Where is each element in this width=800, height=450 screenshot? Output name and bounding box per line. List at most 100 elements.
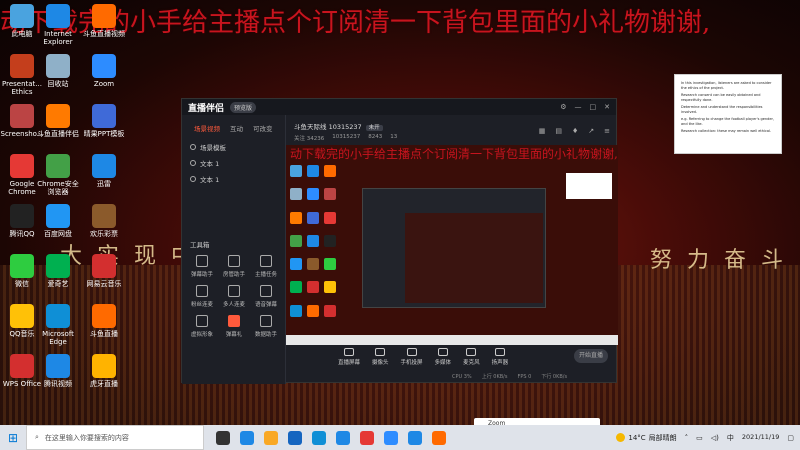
- taskbar-app-icon[interactable]: [360, 430, 374, 445]
- layout-icon[interactable]: ▦: [539, 127, 546, 135]
- desktop-icon-label: 斗鱼直播: [90, 330, 118, 338]
- desktop-icon[interactable]: Internet Explorer: [36, 4, 80, 46]
- taskbar-app-icon[interactable]: [408, 430, 422, 445]
- source-icon: [437, 348, 448, 356]
- preview-marquee: 动下载完的小手给主播点个订阅清一下背包里面的小礼物谢谢,: [290, 147, 618, 161]
- tool-icon: [196, 285, 208, 297]
- desktop-icon[interactable]: 斗鱼直播: [82, 304, 126, 338]
- tool-button[interactable]: 弹幕助手: [186, 255, 218, 278]
- streaming-app-window[interactable]: 直播伴侣 预览版 ⚙ — □ ✕ 场景视频 互动 可改变 场景模板 文本 1 文…: [181, 98, 618, 384]
- taskbar-app-icon[interactable]: [240, 430, 254, 445]
- maximize-icon[interactable]: □: [590, 103, 597, 111]
- tool-button[interactable]: 主播任务: [250, 255, 282, 278]
- tool-label: 主播任务: [254, 272, 277, 278]
- status-item: FPS 0: [517, 373, 532, 380]
- desktop-icon[interactable]: 百度网盘: [36, 204, 80, 238]
- desktop-icon[interactable]: 网易云音乐: [82, 254, 126, 288]
- search-icon: ⌕: [35, 433, 39, 441]
- source-button[interactable]: 扬声器: [492, 348, 508, 366]
- tool-icon: [228, 255, 240, 267]
- taskbar-apps: [216, 430, 446, 445]
- tab-interact[interactable]: 互动: [230, 123, 243, 133]
- desktop-icon[interactable]: 爱奇艺: [36, 254, 80, 288]
- source-button[interactable]: 多媒体: [435, 348, 451, 366]
- taskbar-app-icon[interactable]: [432, 430, 446, 445]
- chevron-up-icon[interactable]: ˄: [685, 434, 689, 442]
- room-tag[interactable]: 未开: [365, 125, 383, 131]
- source-button[interactable]: 直播屏幕: [338, 348, 360, 366]
- desktop-note-window[interactable]: In this investigation, listeners are ask…: [674, 74, 782, 154]
- desktop-icon[interactable]: 晴果PPT模板: [82, 104, 126, 138]
- source-button[interactable]: 摄像头: [372, 348, 389, 366]
- note-line: In this investigation, listeners are ask…: [681, 81, 772, 90]
- tool-button[interactable]: 虚拟形象: [186, 315, 218, 338]
- tool-button[interactable]: 弹幕礼: [218, 315, 250, 338]
- wall-banner-right: 努 力 奋 斗: [650, 248, 787, 273]
- scene-label: 场景模板: [200, 144, 226, 152]
- desktop-icon[interactable]: 腾讯视频: [36, 354, 80, 388]
- desktop-icon[interactable]: 虎牙直播: [82, 354, 126, 388]
- taskbar-app-icon[interactable]: [288, 430, 302, 445]
- taskbar-app-icon[interactable]: [384, 430, 398, 445]
- desktop-icon[interactable]: 斗鱼直播伴侣: [36, 104, 80, 138]
- close-icon[interactable]: ✕: [604, 103, 610, 111]
- preview-note: [566, 173, 612, 199]
- desktop-icon[interactable]: 斗鱼直播视频: [82, 4, 126, 38]
- taskbar-search[interactable]: ⌕ 在这里输入你要搜索的内容: [26, 425, 204, 450]
- tool-button[interactable]: 粉丝连麦: [186, 285, 218, 308]
- status-item: 下行 0KB/s: [541, 374, 568, 380]
- source-button[interactable]: 麦克风: [463, 348, 480, 366]
- main-area: 斗鱼天际线 10315237 未开 关注 34236 10315237 8243 …: [286, 115, 618, 384]
- ime-indicator[interactable]: 中: [727, 433, 734, 443]
- weather-widget[interactable]: 14°C 局部晴朗: [616, 433, 677, 443]
- room-title[interactable]: 斗鱼天际线 10315237: [294, 123, 362, 131]
- desktop-icon[interactable]: Zoom: [82, 54, 126, 88]
- desktop-icon-label: Internet Explorer: [43, 30, 73, 46]
- tool-button[interactable]: 语音弹幕: [250, 285, 282, 308]
- desktop-icon[interactable]: Microsoft Edge: [36, 304, 80, 346]
- scene-item[interactable]: 文本 1: [182, 171, 285, 187]
- app-icon: [46, 204, 70, 228]
- tool-icon: [228, 285, 240, 297]
- settings-icon[interactable]: ⚙: [560, 103, 566, 111]
- eye-icon[interactable]: [190, 160, 196, 166]
- gift-icon[interactable]: ♦: [572, 127, 578, 135]
- volume-icon[interactable]: ◁): [711, 434, 719, 442]
- stream-preview[interactable]: 动下载完的小手给主播点个订阅清一下背包里面的小礼物谢谢,: [286, 145, 618, 345]
- taskbar-app-icon[interactable]: [264, 430, 278, 445]
- source-button[interactable]: 手机投屏: [401, 348, 423, 366]
- desktop-icon[interactable]: Chrome安全浏览器: [36, 154, 80, 196]
- minimize-icon[interactable]: —: [575, 103, 582, 111]
- version-badge[interactable]: 预览版: [230, 101, 257, 113]
- desktop-icon[interactable]: 迅雷: [82, 154, 126, 188]
- tool-button[interactable]: 数据助手: [250, 315, 282, 338]
- taskbar-app-icon[interactable]: [336, 430, 350, 445]
- desktop-icon[interactable]: 回收站: [36, 54, 80, 88]
- toolbox-title: 工具箱: [190, 241, 210, 249]
- tool-button[interactable]: 多人连麦: [218, 285, 250, 308]
- notification-icon[interactable]: ▢: [787, 434, 794, 442]
- grid-icon[interactable]: ▤: [555, 127, 562, 135]
- tool-button[interactable]: 房管助手: [218, 255, 250, 278]
- share-icon[interactable]: ↗: [588, 127, 594, 135]
- scene-item[interactable]: 文本 1: [182, 155, 285, 171]
- app-icon: [46, 104, 70, 128]
- tool-icon: [260, 315, 272, 327]
- windows-start-icon[interactable]: ⊞: [0, 425, 26, 450]
- eye-icon[interactable]: [190, 144, 196, 150]
- tool-label: 数据助手: [254, 332, 277, 338]
- app-logo: 直播伴侣: [188, 103, 225, 114]
- weather-desc: 局部晴朗: [648, 433, 677, 442]
- scene-item[interactable]: 场景模板: [182, 139, 285, 155]
- taskbar-app-icon[interactable]: [312, 430, 326, 445]
- tab-scenes[interactable]: 场景视频: [194, 123, 220, 133]
- desktop-icon[interactable]: 欢乐彩票: [82, 204, 126, 238]
- tab-switch[interactable]: 可改变: [253, 123, 273, 133]
- menu-icon[interactable]: ≡: [604, 127, 610, 135]
- network-icon[interactable]: ▭: [696, 434, 703, 442]
- taskbar-app-icon[interactable]: [216, 430, 230, 445]
- start-stream-button[interactable]: 开始直播: [574, 349, 608, 363]
- clock[interactable]: 2021/11/19: [742, 433, 779, 442]
- app-icon: [92, 4, 116, 28]
- eye-icon[interactable]: [190, 176, 196, 182]
